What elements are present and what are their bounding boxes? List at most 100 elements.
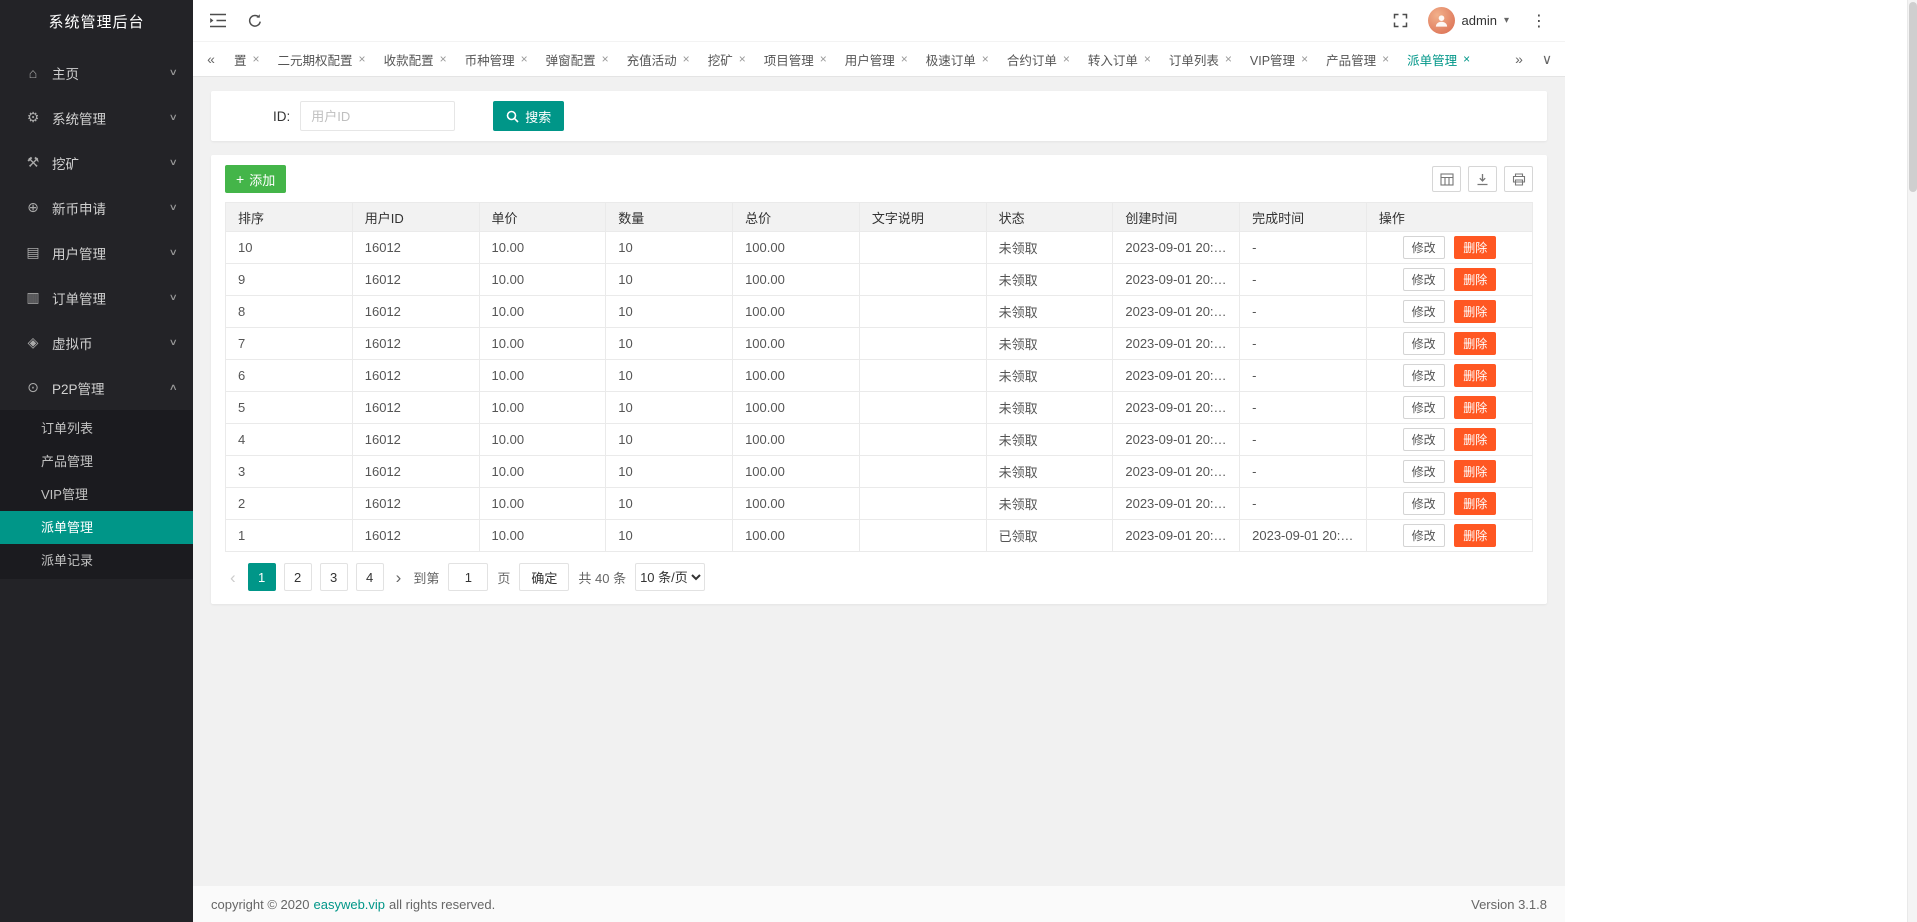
search-form: ID: 搜索 <box>211 91 1547 141</box>
tab[interactable]: 币种管理 × <box>456 42 537 76</box>
delete-button[interactable]: 删除 <box>1454 364 1496 387</box>
sidebar-item[interactable]: ⊕ 新币申请 ∨ <box>0 185 193 230</box>
delete-button[interactable]: 删除 <box>1454 524 1496 547</box>
tab[interactable]: VIP管理 × <box>1241 42 1317 76</box>
add-button[interactable]: + 添加 <box>225 165 286 193</box>
cell-note <box>859 360 986 392</box>
scrollbar-thumb[interactable] <box>1909 2 1917 192</box>
close-icon[interactable]: × <box>683 52 690 66</box>
close-icon[interactable]: × <box>602 52 609 66</box>
close-icon[interactable]: × <box>359 52 366 66</box>
window-scrollbar[interactable] <box>1907 0 1917 922</box>
user-menu[interactable]: admin ▾ <box>1428 7 1509 34</box>
print-icon[interactable] <box>1504 166 1533 192</box>
tab[interactable]: 订单列表 × <box>1160 42 1241 76</box>
easyweb-link[interactable]: easyweb.vip <box>313 897 385 912</box>
chevron-up-icon: ∧ <box>169 382 178 393</box>
users-icon: ▤ <box>22 244 44 261</box>
tab[interactable]: 合约订单 × <box>998 42 1079 76</box>
tab[interactable]: 产品管理 × <box>1317 42 1398 76</box>
close-icon[interactable]: × <box>1301 52 1308 66</box>
edit-button[interactable]: 修改 <box>1403 268 1445 291</box>
edit-button[interactable]: 修改 <box>1403 300 1445 323</box>
refresh-icon[interactable] <box>247 13 263 29</box>
close-icon[interactable]: × <box>253 52 260 66</box>
sidebar-item[interactable]: ⚙ 系统管理 ∨ <box>0 95 193 140</box>
close-icon[interactable]: × <box>1063 52 1070 66</box>
tabs-scroll-right-icon[interactable]: » <box>1505 51 1533 67</box>
fullscreen-icon[interactable] <box>1393 13 1408 28</box>
more-menu-icon[interactable]: ⋮ <box>1529 11 1549 31</box>
delete-button[interactable]: 删除 <box>1454 492 1496 515</box>
edit-button[interactable]: 修改 <box>1403 332 1445 355</box>
collapse-menu-icon[interactable] <box>209 13 227 28</box>
sidebar-item[interactable]: ⊙ P2P管理 ∧ <box>0 365 193 410</box>
tab[interactable]: 派单管理 × <box>1398 42 1479 76</box>
sidebar-subitem[interactable]: 订单列表 <box>0 412 193 445</box>
close-icon[interactable]: × <box>1225 52 1232 66</box>
cell-total: 100.00 <box>733 232 860 264</box>
tab[interactable]: 弹窗配置 × <box>537 42 618 76</box>
sidebar-subitem[interactable]: 派单管理 <box>0 511 193 544</box>
close-icon[interactable]: × <box>1144 52 1151 66</box>
delete-button[interactable]: 删除 <box>1454 300 1496 323</box>
user-id-input[interactable] <box>300 101 455 131</box>
tab[interactable]: 二元期权配置 × <box>269 42 375 76</box>
page-button[interactable]: 3 <box>320 563 348 591</box>
tab[interactable]: 用户管理 × <box>836 42 917 76</box>
delete-button[interactable]: 删除 <box>1454 460 1496 483</box>
close-icon[interactable]: × <box>820 52 827 66</box>
export-icon[interactable] <box>1468 166 1497 192</box>
columns-icon[interactable] <box>1432 166 1461 192</box>
sidebar-item[interactable]: ⚒ 挖矿 ∨ <box>0 140 193 185</box>
edit-button[interactable]: 修改 <box>1403 524 1445 547</box>
jump-page-input[interactable] <box>448 563 488 591</box>
close-icon[interactable]: × <box>901 52 908 66</box>
edit-button[interactable]: 修改 <box>1403 460 1445 483</box>
cell-user-id: 16012 <box>352 296 479 328</box>
delete-button[interactable]: 删除 <box>1454 396 1496 419</box>
tab[interactable]: 充值活动 × <box>618 42 699 76</box>
delete-button[interactable]: 删除 <box>1454 268 1496 291</box>
page-suffix-label: 页 <box>497 568 510 587</box>
close-icon[interactable]: × <box>521 52 528 66</box>
close-icon[interactable]: × <box>1463 52 1470 66</box>
tab[interactable]: 挖矿 × <box>699 42 755 76</box>
tab[interactable]: 转入订单 × <box>1079 42 1160 76</box>
edit-button[interactable]: 修改 <box>1403 236 1445 259</box>
tabs-dropdown-icon[interactable]: ∨ <box>1533 51 1561 68</box>
edit-button[interactable]: 修改 <box>1403 396 1445 419</box>
page-button[interactable]: 4 <box>356 563 384 591</box>
next-page-icon[interactable]: › <box>393 569 405 586</box>
page-button[interactable]: 1 <box>248 563 276 591</box>
delete-button[interactable]: 删除 <box>1454 428 1496 451</box>
sidebar-subitem[interactable]: 产品管理 <box>0 445 193 478</box>
edit-button[interactable]: 修改 <box>1403 428 1445 451</box>
close-icon[interactable]: × <box>1382 52 1389 66</box>
sidebar-item[interactable]: ◈ 虚拟币 ∨ <box>0 320 193 365</box>
edit-button[interactable]: 修改 <box>1403 364 1445 387</box>
tab[interactable]: 置 × <box>225 42 269 76</box>
delete-button[interactable]: 删除 <box>1454 332 1496 355</box>
tabs-scroll-left-icon[interactable]: « <box>197 51 225 67</box>
delete-button[interactable]: 删除 <box>1454 236 1496 259</box>
sidebar-subitem[interactable]: VIP管理 <box>0 478 193 511</box>
sidebar-item-label: 新币申请 <box>52 198 170 218</box>
sidebar-subitem[interactable]: 派单记录 <box>0 544 193 577</box>
search-button[interactable]: 搜索 <box>493 101 564 131</box>
tab[interactable]: 极速订单 × <box>917 42 998 76</box>
tab[interactable]: 收款配置 × <box>375 42 456 76</box>
prev-page-icon[interactable]: ‹ <box>227 569 239 586</box>
close-icon[interactable]: × <box>982 52 989 66</box>
confirm-button[interactable]: 确定 <box>519 563 569 591</box>
page-size-select[interactable]: 10 条/页 <box>635 563 705 591</box>
close-icon[interactable]: × <box>440 52 447 66</box>
coin-icon: ◈ <box>22 334 44 351</box>
sidebar-item[interactable]: ▥ 订单管理 ∨ <box>0 275 193 320</box>
sidebar-item[interactable]: ▤ 用户管理 ∨ <box>0 230 193 275</box>
tab[interactable]: 项目管理 × <box>755 42 836 76</box>
edit-button[interactable]: 修改 <box>1403 492 1445 515</box>
close-icon[interactable]: × <box>739 52 746 66</box>
page-button[interactable]: 2 <box>284 563 312 591</box>
sidebar-item[interactable]: ⌂ 主页 ∨ <box>0 50 193 95</box>
